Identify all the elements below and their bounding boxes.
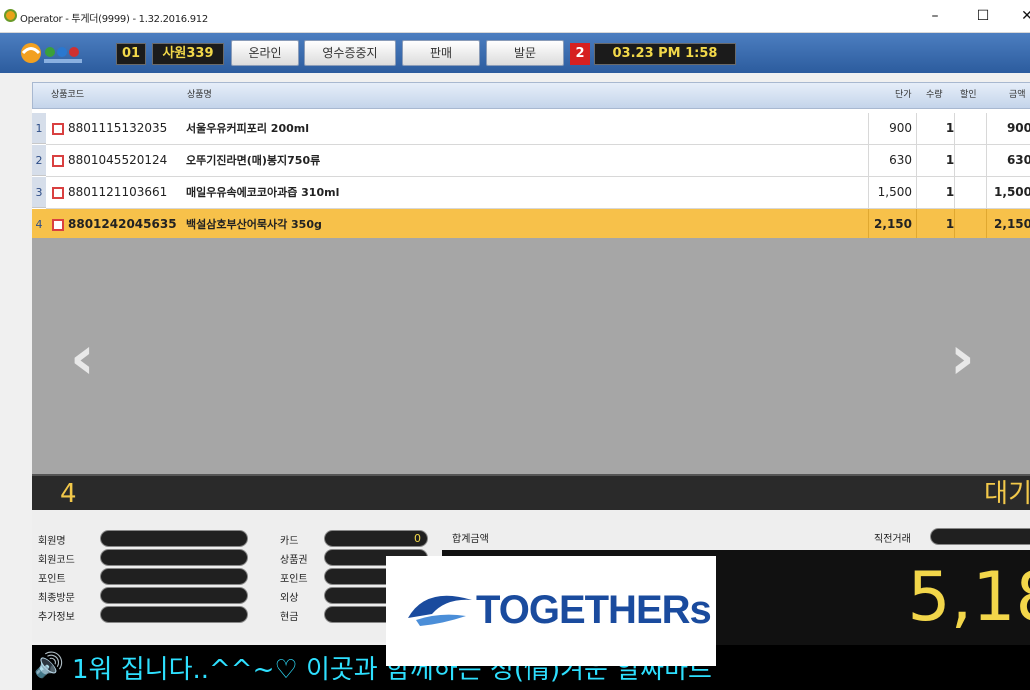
item-qty: 1 [945,121,955,135]
header-name: 상품명 [187,90,212,100]
header-qty: 수량 [926,90,943,100]
item-amount: 900 [1006,121,1030,135]
member-name-field [100,530,248,547]
last-visit-field [100,587,248,604]
datetime-display: 03.23 PM 1:58 [594,43,736,65]
member-point-field [100,568,248,585]
order-button[interactable]: 발문 [486,40,564,66]
receipt-stop-button[interactable]: 영수증중지 [304,40,396,66]
next-page-icon[interactable]: › [950,328,994,388]
voucher-label: 상품권 [280,555,308,566]
item-name: 매일우유속에코코아과즙 310ml [186,186,340,199]
prev-page-icon[interactable]: ‹ [70,328,114,388]
app-icon [4,9,17,22]
togethers-logo-icon [408,595,472,626]
item-code: 8801242045635 [68,217,177,231]
extra-info-label: 추가정보 [38,612,75,623]
minimize-button[interactable]: – [918,4,952,28]
barcode-icon [52,123,64,135]
online-button[interactable]: 온라인 [231,40,299,66]
grid-header: 상품코드 상품명 단가 수량 할인 금액 [32,82,1030,109]
credit-label: 외상 [280,593,299,604]
item-amount: 2,150 [994,217,1030,231]
item-price: 1,500 [877,185,912,199]
table-row[interactable]: 8801121103661 매일우유속에코코아과즙 310ml 1,500 1 … [46,177,1030,209]
sales-button[interactable]: 판매 [402,40,480,66]
extra-info-field [100,606,248,623]
row-number-2: 2 [32,145,46,176]
title-bar: Operator - 투게더(9999) - 1.32.2016.912 – ☐… [0,0,1030,33]
item-count: 4 [60,479,77,509]
item-price: 630 [889,153,912,167]
table-row[interactable]: 8801115132035 서울우유커피포리 200ml 900 1 900 [46,113,1030,145]
alert-count-badge[interactable]: 2 [570,43,590,65]
barcode-icon [52,187,64,199]
item-amount: 1,500 [994,185,1030,199]
status-text: 대기 [984,479,1030,509]
row-number-1: 1 [32,113,46,144]
payment-point-label: 포인트 [280,574,308,585]
barcode-icon [52,155,64,167]
member-point-label: 포인트 [38,574,66,585]
table-row[interactable]: 8801045520124 오뚜기진라면(매)봉지750류 630 1 630 [46,145,1030,177]
cash-label: 현금 [280,612,299,623]
header-price: 단가 [895,90,912,100]
status-bar: 4 대기 [32,474,1030,510]
item-qty: 1 [945,185,955,199]
close-button[interactable]: ✕ [1010,4,1030,28]
item-code: 8801121103661 [68,185,168,199]
row-number-4: 4 [32,209,46,240]
header-amount: 금액 [1009,90,1026,100]
member-code-label: 회원코드 [38,555,75,566]
speaker-icon: 🔊 [34,651,64,679]
table-row-selected[interactable]: 8801242045635 백설삼호부산어묵사각 350g 2,150 1 2,… [46,209,1030,241]
card-field: 0 [324,530,428,547]
barcode-icon [52,219,64,231]
pos-window: Operator - 투게더(9999) - 1.32.2016.912 – ☐… [0,0,1030,690]
item-price: 2,150 [874,217,912,231]
empty-grid-area [32,238,1030,474]
staff-badge: 사원339 [152,43,224,65]
prev-transaction-field [930,528,1030,545]
item-price: 900 [889,121,912,135]
header-code: 상품코드 [51,90,85,100]
item-qty: 1 [945,153,955,167]
item-qty: 1 [945,217,955,231]
header-discount: 할인 [960,90,977,100]
item-code: 8801045520124 [68,153,168,167]
total-amount: 5,180 [907,558,1030,637]
total-label: 합계금액 [452,534,489,545]
row-number-3: 3 [32,177,46,208]
prev-transaction-label: 직전거래 [874,534,911,545]
card-label: 카드 [280,536,299,547]
item-name: 백설삼호부산어묵사각 350g [186,218,322,231]
item-amount: 630 [1006,153,1030,167]
item-name: 오뚜기진라면(매)봉지750류 [186,154,321,167]
brand-logo-icon [21,43,82,63]
pos-number: 01 [116,43,146,65]
item-code: 8801115132035 [68,121,168,135]
item-name: 서울우유커피포리 200ml [186,122,309,135]
watermark-overlay: TOGETHERs [386,556,716,666]
last-visit-label: 최종방문 [38,593,75,604]
toolbar: 01 사원339 온라인 영수증중지 판매 발문 2 03.23 PM 1:58 [0,33,1030,73]
overlay-brand: TOGETHERs [476,588,712,632]
window-title: Operator - 투게더(9999) - 1.32.2016.912 [20,14,208,25]
member-name-label: 회원명 [38,536,66,547]
maximize-button[interactable]: ☐ [966,4,1000,28]
member-code-field [100,549,248,566]
